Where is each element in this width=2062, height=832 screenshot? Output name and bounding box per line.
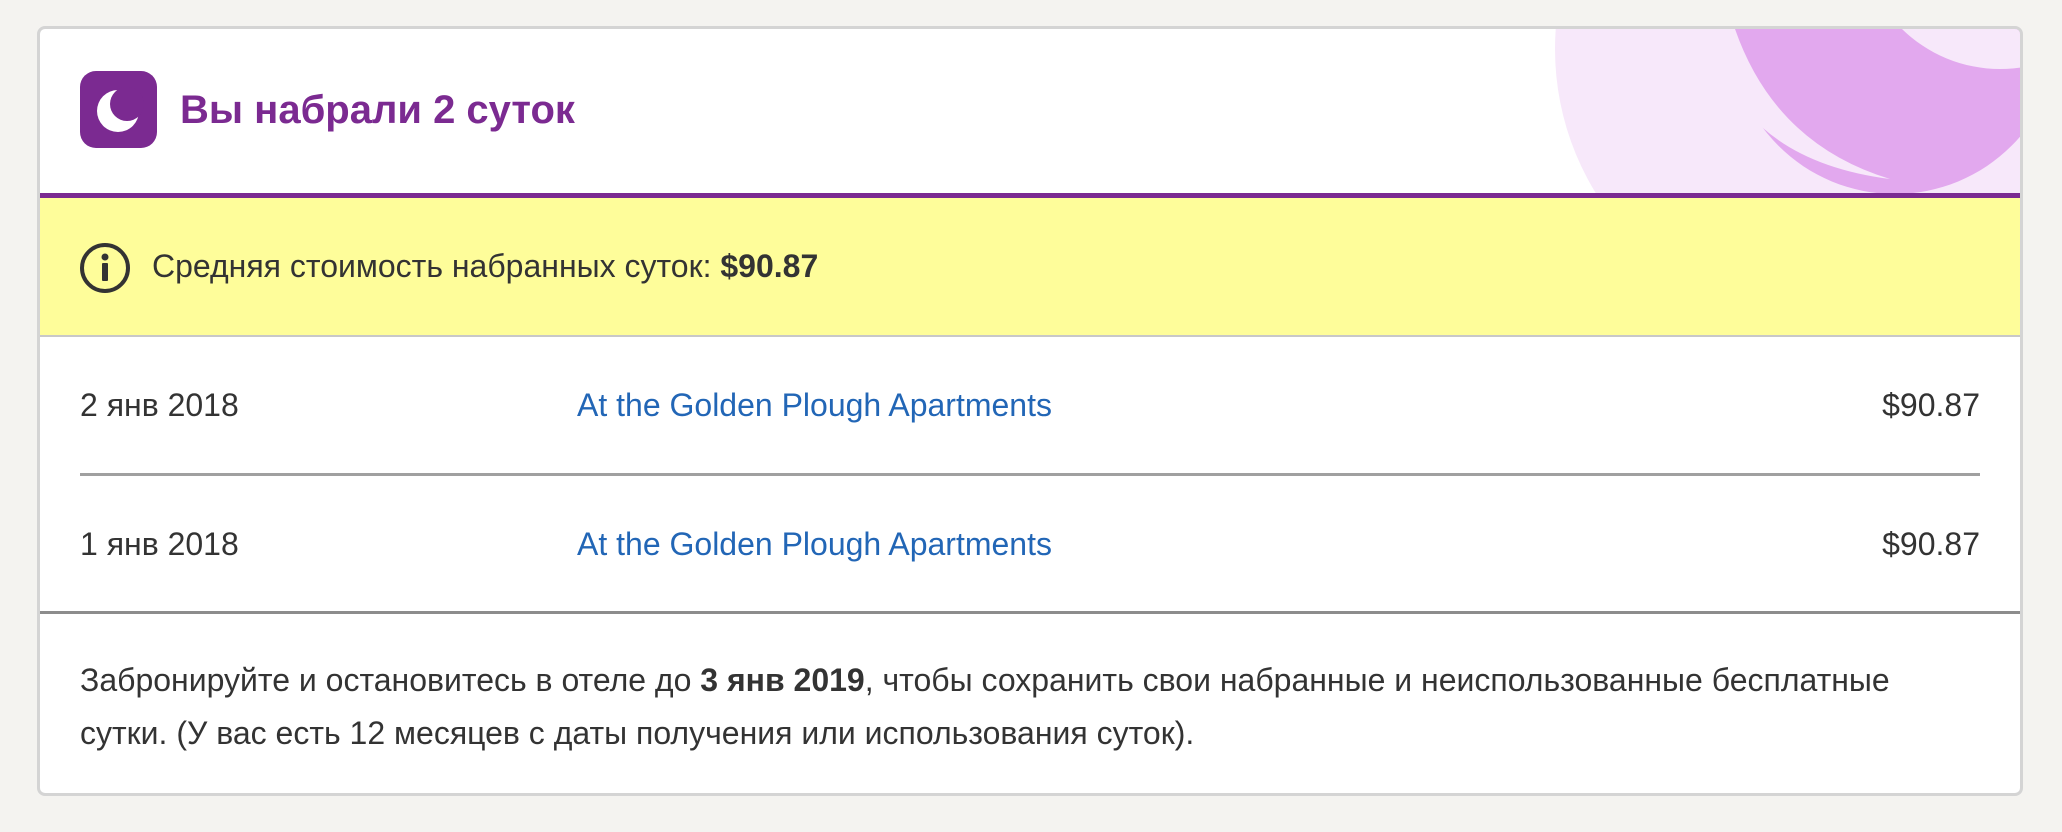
hotel-link[interactable]: At the Golden Plough Apartments <box>577 524 1052 564</box>
night-date: 2 янв 2018 <box>80 387 239 423</box>
expiry-deadline: 3 янв 2019 <box>700 662 865 698</box>
card-header: Вы набрали 2 суток <box>40 29 2020 198</box>
average-cost-notice: Средняя стоимость набранных суток: $90.8… <box>40 198 2020 337</box>
average-cost-label: Средняя стоимость набранных суток: <box>152 248 721 284</box>
list-item: 1 янв 2018 At the Golden Plough Apartmen… <box>80 476 1980 612</box>
nights-summary-card: Вы набрали 2 суток Средняя стоимость наб… <box>37 26 2023 796</box>
hotel-link[interactable]: At the Golden Plough Apartments <box>577 385 1052 425</box>
list-item: 2 янв 2018 At the Golden Plough Apartmen… <box>80 337 1980 476</box>
moon-icon <box>80 71 157 148</box>
night-date: 1 янв 2018 <box>80 526 239 562</box>
info-icon <box>80 243 130 293</box>
night-price: $90.87 <box>1882 526 1980 562</box>
expiry-text-before: Забронируйте и остановитесь в отеле до <box>80 662 701 698</box>
average-cost-text: Средняя стоимость набранных суток: $90.8… <box>152 246 818 286</box>
page-title: Вы набрали 2 суток <box>180 88 575 132</box>
night-price: $90.87 <box>1882 387 1980 423</box>
expiry-note: Забронируйте и остановитесь в отеле до 3… <box>80 654 1900 760</box>
nights-list: 2 янв 2018 At the Golden Plough Apartmen… <box>40 337 2020 614</box>
average-cost-amount: $90.87 <box>720 248 819 284</box>
decorative-circles <box>1555 29 2020 193</box>
